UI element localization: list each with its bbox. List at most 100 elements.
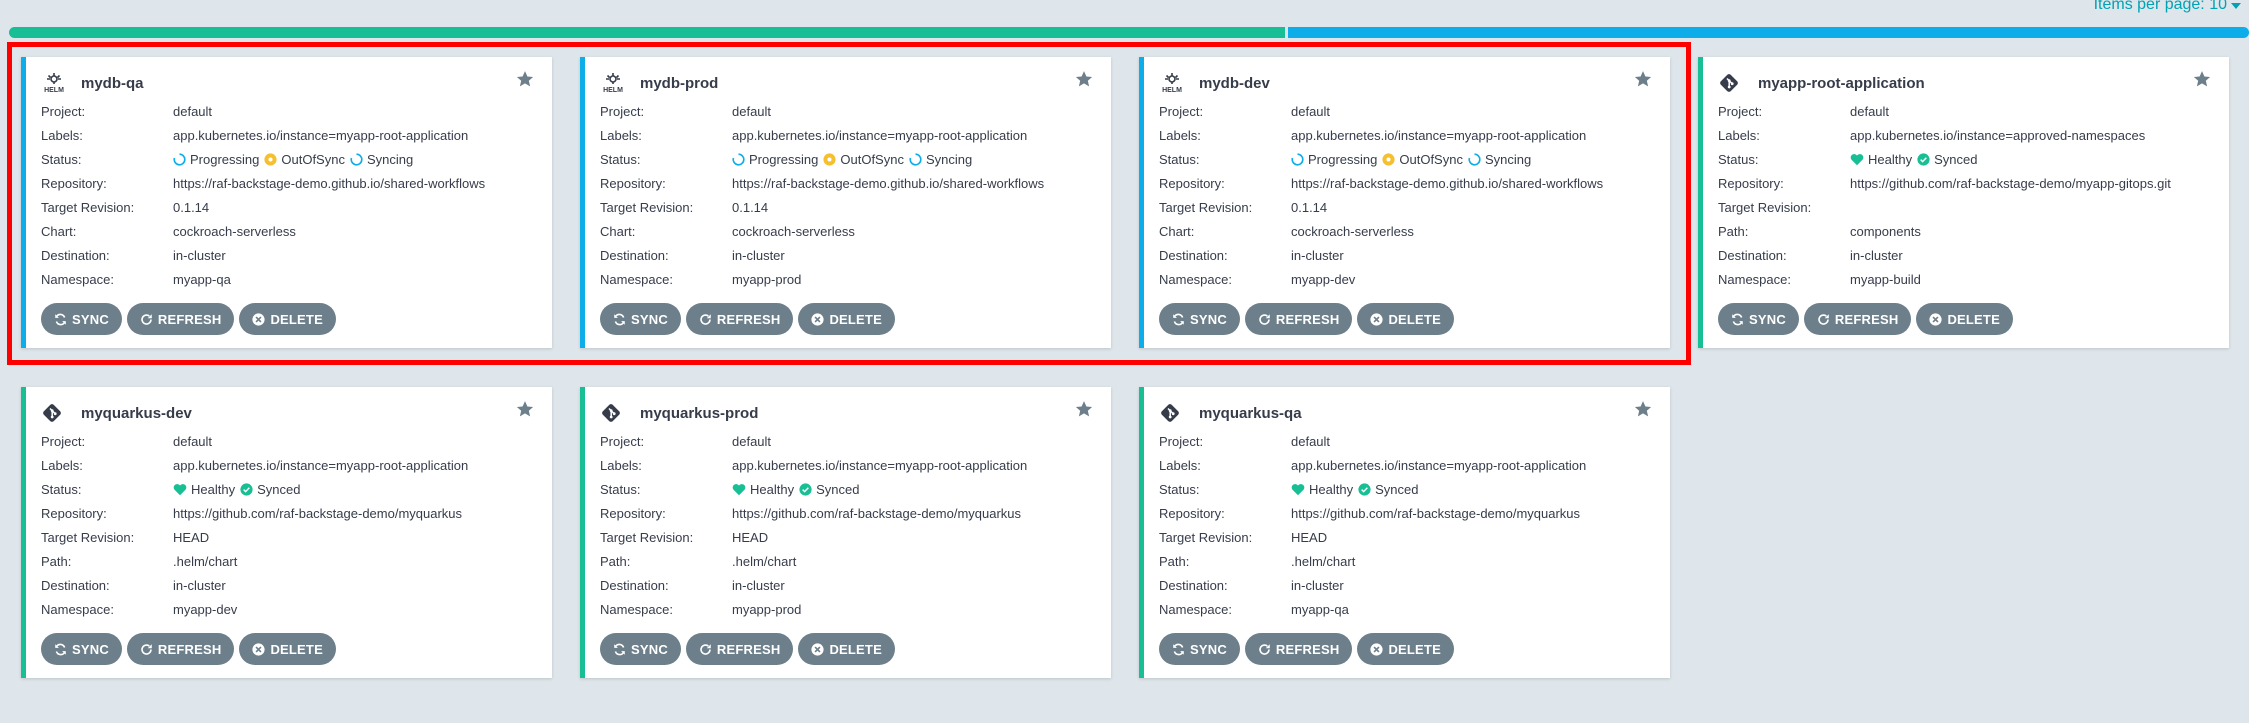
delete-button[interactable]: DELETE (1357, 633, 1454, 665)
refresh-icon (1818, 313, 1829, 325)
sync-button[interactable]: SYNC (1718, 303, 1799, 335)
field-labels: Labels: app.kubernetes.io/instance=myapp-… (41, 123, 536, 147)
application-name[interactable]: myquarkus-qa (1199, 405, 1302, 422)
delete-icon (252, 642, 266, 656)
application-card-mydb-prod[interactable]: HELM mydb-prod Project: default Labels: ap… (580, 57, 1111, 348)
star-icon[interactable] (2193, 70, 2215, 92)
status-syncing: Syncing (350, 152, 413, 167)
status-value: Progressing OutOfSync Syncing (1291, 152, 1536, 167)
refresh-button[interactable]: REFRESH (126, 303, 235, 335)
status-outofsync: OutOfSync (823, 152, 904, 167)
star-icon[interactable] (1634, 400, 1656, 422)
delete-button[interactable]: DELETE (239, 303, 336, 335)
source-value: .helm/chart (1291, 553, 1356, 569)
field-label: Project: (41, 433, 86, 449)
status-text: OutOfSync (1399, 151, 1463, 167)
refresh-label: REFRESH (157, 641, 222, 657)
destination-value: in-cluster (173, 247, 226, 263)
helm-icon: HELM (600, 71, 628, 95)
refresh-button[interactable]: REFRESH (1803, 303, 1912, 335)
field-labels: Labels: app.kubernetes.io/instance=myapp-… (1159, 453, 1654, 477)
application-card-myquarkus-qa[interactable]: myquarkus-qa Project: default Labels: app.… (1139, 387, 1670, 678)
star-icon[interactable] (1075, 400, 1097, 422)
field-label: Destination: (600, 247, 669, 263)
sync-icon (55, 643, 66, 655)
sync-button[interactable]: SYNC (600, 633, 681, 665)
delete-button[interactable]: DELETE (1357, 303, 1454, 335)
star-icon[interactable] (516, 400, 538, 422)
application-name[interactable]: mydb-dev (1199, 75, 1270, 92)
refresh-icon (1259, 313, 1270, 325)
namespace-value: myapp-dev (173, 601, 238, 617)
delete-label: DELETE (1388, 641, 1441, 657)
application-card-mydb-dev[interactable]: HELM mydb-dev Project: default Labels: app… (1139, 57, 1670, 348)
field-repository: Repository: https://raf-backstage-demo.gi… (1159, 171, 1654, 195)
field-label: Status: (1159, 151, 1200, 167)
field-status: Status: Healthy Synced (600, 477, 1095, 501)
refresh-button[interactable]: REFRESH (685, 633, 794, 665)
sync-icon (614, 313, 625, 325)
helm-icon: HELM (41, 71, 69, 95)
delete-button[interactable]: DELETE (239, 633, 336, 665)
field-label: Destination: (1159, 247, 1228, 263)
applications-grid: HELM mydb-qa Project: default Labels: app.… (21, 57, 2229, 678)
application-card-myapp-root-application[interactable]: myapp-root-application Project: default L… (1698, 57, 2229, 348)
labels-value: app.kubernetes.io/instance=myapp-root-ap… (1291, 127, 1587, 143)
application-name[interactable]: myquarkus-dev (81, 405, 192, 422)
application-name[interactable]: mydb-qa (81, 75, 144, 92)
application-card-myquarkus-dev[interactable]: myquarkus-dev Project: default Labels: app… (21, 387, 552, 678)
repository-value: https://github.com/raf-backstage-demo/my… (173, 505, 463, 521)
refresh-button[interactable]: REFRESH (126, 633, 235, 665)
heart-icon (1291, 483, 1309, 496)
sync-button[interactable]: SYNC (1159, 303, 1240, 335)
field-label: Project: (1159, 433, 1204, 449)
syncing-icon (350, 152, 367, 166)
application-name[interactable]: myquarkus-prod (640, 405, 758, 422)
sync-icon (614, 643, 625, 655)
sync-button[interactable]: SYNC (41, 303, 122, 335)
field-label: Project: (1159, 103, 1204, 119)
field-status: Status: Healthy Synced (1718, 147, 2213, 171)
delete-icon (1370, 312, 1384, 326)
application-card-mydb-qa[interactable]: HELM mydb-qa Project: default Labels: app.… (21, 57, 552, 348)
field-label: Project: (1718, 103, 1763, 119)
star-icon[interactable] (1634, 70, 1656, 92)
refresh-button[interactable]: REFRESH (1244, 633, 1353, 665)
application-name[interactable]: mydb-prod (640, 75, 718, 92)
field-label: Namespace: (1159, 601, 1232, 617)
field-project: Project: default (41, 99, 536, 123)
caret-down-icon (2231, 3, 2241, 9)
application-name[interactable]: myapp-root-application (1758, 75, 1925, 92)
field-source: Path: .helm/chart (1159, 549, 1654, 573)
delete-button[interactable]: DELETE (798, 633, 895, 665)
sync-icon (55, 313, 66, 325)
field-label: Destination: (41, 577, 110, 593)
sync-button[interactable]: SYNC (41, 633, 122, 665)
field-project: Project: default (1718, 99, 2213, 123)
field-label: Target Revision: (1718, 199, 1812, 215)
delete-button[interactable]: DELETE (1916, 303, 2013, 335)
application-card-myquarkus-prod[interactable]: myquarkus-prod Project: default Labels: ap… (580, 387, 1111, 678)
delete-button[interactable]: DELETE (798, 303, 895, 335)
status-text: Progressing (749, 151, 819, 167)
status-synced: Synced (1358, 482, 1418, 497)
refresh-button[interactable]: REFRESH (1244, 303, 1353, 335)
status-outofsync: OutOfSync (1382, 152, 1463, 167)
card-header: HELM mydb-dev (1159, 71, 1654, 95)
star-icon[interactable] (516, 70, 538, 92)
destination-value: in-cluster (173, 577, 226, 593)
status-syncing: Syncing (1468, 152, 1531, 167)
svg-text:HELM: HELM (603, 87, 623, 94)
sync-button[interactable]: SYNC (600, 303, 681, 335)
field-label: Path: (41, 553, 72, 569)
field-destination: Destination: in-cluster (600, 243, 1095, 267)
sync-icon (1732, 313, 1743, 325)
sync-button[interactable]: SYNC (1159, 633, 1240, 665)
refresh-button[interactable]: REFRESH (685, 303, 794, 335)
field-namespace: Namespace: myapp-prod (600, 267, 1095, 291)
status-text: Synced (257, 481, 301, 497)
field-label: Chart: (41, 223, 77, 239)
project-value: default (1291, 103, 1331, 119)
star-icon[interactable] (1075, 70, 1097, 92)
items-per-page-dropdown[interactable]: Items per page: 10 (2094, 0, 2241, 14)
